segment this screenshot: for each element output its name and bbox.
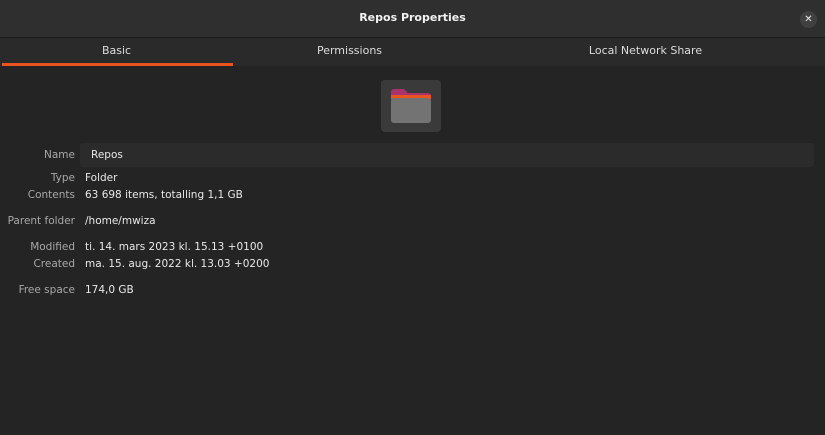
type-value: Folder	[85, 172, 118, 184]
free-space-value: 174,0 GB	[85, 284, 134, 296]
created-value: ma. 15. aug. 2022 kl. 13.03 +0200	[85, 258, 270, 270]
free-space-label: Free space	[18, 284, 75, 296]
parent-folder-value[interactable]: /home/mwiza	[85, 215, 156, 227]
parent-folder-label: Parent folder	[7, 215, 75, 227]
name-label: Name	[44, 149, 75, 161]
tab-basic[interactable]: Basic	[0, 38, 233, 66]
close-button[interactable]: ✕	[800, 11, 817, 28]
folder-icon	[391, 89, 431, 123]
modified-label: Modified	[30, 241, 75, 253]
properties-window: Repos Properties ✕ Basic Permissions Loc…	[0, 0, 825, 435]
folder-icon-button[interactable]	[381, 80, 441, 132]
tab-bar: Basic Permissions Local Network Share	[0, 38, 825, 66]
created-label: Created	[33, 258, 75, 270]
close-icon: ✕	[804, 14, 813, 25]
tab-local-network-share[interactable]: Local Network Share	[466, 38, 825, 66]
contents-value: 63 698 items, totalling 1,1 GB	[85, 189, 243, 201]
tab-permissions[interactable]: Permissions	[233, 38, 466, 66]
modified-value: ti. 14. mars 2023 kl. 15.13 +0100	[85, 241, 264, 253]
window-title: Repos Properties	[359, 11, 466, 24]
type-label: Type	[50, 172, 75, 184]
title-bar: Repos Properties ✕	[0, 0, 825, 38]
name-field[interactable]	[80, 143, 814, 167]
contents-label: Contents	[27, 189, 75, 201]
name-value[interactable]: Repos	[91, 149, 123, 161]
